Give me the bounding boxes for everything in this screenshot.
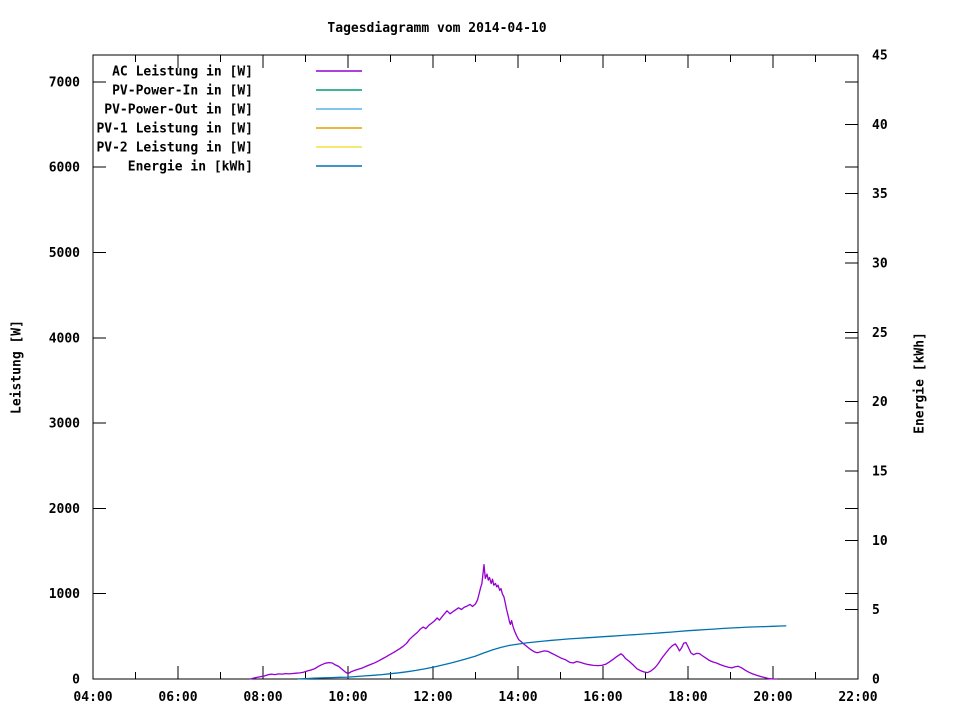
chart-canvas: Tagesdiagramm vom 2014-04-10 Leistung [W… — [0, 0, 960, 720]
y-left-tick-label: 4000 — [49, 331, 80, 346]
x-axis-tick-labels: 04:00 06:00 08:00 10:00 12:00 14:00 16:00 18:00… — [73, 690, 877, 705]
legend: AC Leistung in [W] PV-Power-In in [W] PV-P… — [96, 65, 362, 175]
y-right-tick-labels: 0 5 10 15 20 25 30 35 40 45 — [872, 49, 888, 688]
y-left-tick-label: 7000 — [49, 75, 80, 90]
y-right-tick-label: 30 — [872, 257, 888, 272]
y-right-tick-label: 15 — [872, 465, 888, 480]
x-tick-label: 22:00 — [838, 690, 877, 705]
x-tick-label: 08:00 — [243, 690, 282, 705]
y-left-tick-label: 3000 — [49, 417, 80, 432]
x-tick-label: 18:00 — [668, 690, 707, 705]
y-left-tick-label: 2000 — [49, 502, 80, 517]
y-right-tick-label: 0 — [872, 673, 880, 688]
series-lines — [249, 564, 787, 680]
legend-label: AC Leistung in [W] — [112, 65, 253, 80]
y-right-tick-label: 25 — [872, 326, 888, 341]
series-line-energie-in-kwh- — [297, 625, 787, 680]
legend-label: PV-2 Leistung in [W] — [96, 141, 253, 156]
y-right-tick-label: 5 — [872, 603, 880, 618]
legend-label: PV-Power-In in [W] — [112, 84, 253, 99]
y-right-tick-label: 10 — [872, 534, 888, 549]
legend-label: PV-1 Leistung in [W] — [96, 122, 253, 137]
x-tick-label: 10:00 — [328, 690, 367, 705]
plot-area: 04:00 06:00 08:00 10:00 12:00 14:00 16:00 18:00… — [49, 49, 888, 706]
x-tick-label: 14:00 — [498, 690, 537, 705]
x-tick-label: 16:00 — [583, 690, 622, 705]
x-tick-label: 04:00 — [73, 690, 112, 705]
y-left-tick-labels: 0 1000 2000 3000 4000 5000 6000 7000 — [49, 75, 80, 687]
y-right-tick-label: 20 — [872, 395, 888, 410]
y-right-tick-label: 35 — [872, 187, 888, 202]
legend-label: PV-Power-Out in [W] — [104, 103, 253, 118]
y-left-tick-label: 5000 — [49, 246, 80, 261]
y-left-tick-label: 0 — [72, 673, 80, 688]
x-tick-label: 06:00 — [158, 690, 197, 705]
x-tick-label: 20:00 — [753, 690, 792, 705]
legend-label: Energie in [kWh] — [128, 160, 253, 175]
y-left-tick-label: 6000 — [49, 161, 80, 176]
y-right-tick-label: 45 — [872, 49, 888, 64]
y-left-tick-label: 1000 — [49, 587, 80, 602]
series-line-ac-leistung-in-w- — [249, 564, 778, 680]
y-right-tick-label: 40 — [872, 118, 888, 133]
x-tick-label: 12:00 — [413, 690, 452, 705]
